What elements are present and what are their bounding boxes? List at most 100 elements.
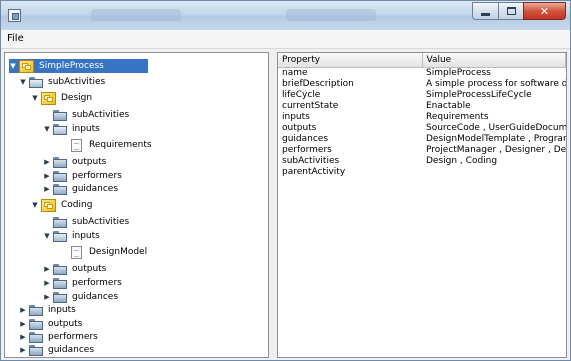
tree-node[interactable]: ▼ Coding [31, 198, 94, 212]
title-blur [91, 9, 181, 21]
tree-node[interactable]: ▶ performers [43, 276, 124, 290]
tree-node[interactable]: Requirements [67, 138, 154, 152]
column-header-value[interactable]: Value [422, 53, 566, 68]
value-cell: Requirements [426, 111, 489, 122]
collapse-arrow-icon[interactable]: ▶ [43, 185, 51, 193]
value-cell: A simple process for software de... [426, 78, 566, 89]
property-cell: inputs [282, 111, 310, 122]
table-row[interactable]: subActivities Design , Coding [278, 156, 566, 167]
tree-node[interactable]: ▶ guidances [43, 182, 120, 196]
table-row[interactable]: outputs SourceCode , UserGuideDocum... [278, 123, 566, 134]
document-icon [71, 245, 82, 259]
tree-node-label: outputs [48, 319, 83, 329]
value-cell [422, 167, 566, 178]
value-cell: DesignModelTemplate , Program... [426, 133, 566, 144]
value-cell: SimpleProcessLifeCycle [426, 89, 532, 100]
split-divider[interactable] [269, 52, 277, 358]
expand-arrow-icon[interactable]: ▼ [9, 59, 17, 73]
value-cell: Design , Coding [426, 155, 498, 166]
tree-node-root[interactable]: ▼ SimpleProcess [9, 59, 148, 73]
table-row[interactable]: briefDescription A simple process for sof… [278, 79, 566, 90]
tree-node[interactable]: ▼ inputs [43, 229, 102, 243]
tree-node[interactable]: ▼ Design [31, 91, 94, 105]
tree-node[interactable]: ▶ guidances [19, 343, 96, 357]
menu-file[interactable]: File [7, 33, 24, 44]
collapse-arrow-icon[interactable]: ▶ [43, 279, 51, 287]
tree-node-label: performers [72, 171, 122, 181]
split-pane: ▼ SimpleProcess ▼ subActivities ▼ Design… [4, 52, 567, 358]
tree-node-label: subActivities [72, 217, 130, 227]
property-cell: currentState [282, 100, 339, 111]
tree-node[interactable]: ▶ outputs [19, 317, 84, 331]
property-grid: Property Value name SimpleProcess briefDe… [278, 53, 566, 178]
tree-node[interactable]: ▶ inputs [19, 303, 78, 317]
folder-icon [53, 230, 67, 242]
property-cell: lifeCycle [282, 89, 321, 100]
collapse-arrow-icon[interactable]: ▶ [43, 293, 51, 301]
table-row[interactable]: currentState Enactable [278, 101, 566, 112]
folder-icon [53, 183, 67, 195]
tree-node[interactable]: DesignModel [67, 245, 149, 259]
property-cell: briefDescription [282, 78, 354, 89]
column-header-property[interactable]: Property [278, 53, 423, 68]
table-row[interactable]: performers ProjectManager , Designer , De… [278, 145, 566, 156]
collapse-arrow-icon[interactable]: ▶ [43, 158, 51, 166]
table-row[interactable]: lifeCycle SimpleProcessLifeCycle [278, 90, 566, 101]
tree-node[interactable]: ▶ performers [43, 169, 124, 183]
expand-arrow-icon[interactable]: ▼ [43, 125, 51, 133]
collapse-arrow-icon[interactable]: ▶ [19, 320, 27, 328]
expand-arrow-icon[interactable]: ▼ [31, 94, 39, 102]
document-icon [71, 138, 82, 152]
collapse-arrow-icon[interactable]: ▶ [19, 306, 27, 314]
expand-arrow-icon[interactable]: ▼ [19, 78, 27, 86]
value-cell: SimpleProcess [426, 67, 491, 78]
value-cell: Enactable [426, 100, 471, 111]
tree-node[interactable]: ▼ subActivities [19, 75, 107, 89]
tree-node[interactable]: ▶ outputs [43, 262, 108, 276]
title-bar[interactable]: ✕ [1, 1, 570, 30]
tree-node[interactable]: ▼ inputs [43, 122, 102, 136]
process-icon [41, 198, 56, 212]
expand-arrow-icon[interactable]: ▼ [43, 232, 51, 240]
folder-icon [29, 344, 43, 356]
property-cell: name [282, 67, 308, 78]
tree-node[interactable]: ▶ performers [19, 330, 100, 344]
minimize-icon [481, 12, 490, 16]
folder-icon [53, 123, 67, 135]
process-tree[interactable]: ▼ SimpleProcess ▼ subActivities ▼ Design… [4, 52, 269, 358]
folder-icon [29, 318, 43, 330]
tree-node-selection[interactable]: SimpleProcess [17, 59, 148, 73]
property-table[interactable]: Property Value name SimpleProcess briefDe… [277, 52, 567, 358]
tree-node-label: inputs [48, 305, 76, 315]
table-row[interactable]: guidances DesignModelTemplate , Program..… [278, 134, 566, 145]
value-cell: SourceCode , UserGuideDocum... [426, 122, 566, 133]
tree-node[interactable]: ▶ outputs [43, 155, 108, 169]
tree-node-label: outputs [72, 157, 107, 167]
collapse-arrow-icon[interactable]: ▶ [43, 265, 51, 273]
tree-node-label: inputs [72, 124, 100, 134]
table-row[interactable]: parentActivity [278, 167, 566, 178]
tree-node[interactable]: ▶ guidances [43, 290, 120, 304]
tree-node-label: outputs [72, 264, 107, 274]
process-icon [19, 59, 34, 73]
collapse-arrow-icon[interactable]: ▶ [43, 172, 51, 180]
tree-node-label: guidances [48, 345, 95, 355]
title-blur [286, 9, 376, 21]
collapse-arrow-icon[interactable]: ▶ [19, 346, 27, 354]
java-app-icon[interactable] [8, 9, 21, 22]
tree-node[interactable]: subActivities [51, 108, 131, 122]
table-row[interactable]: name SimpleProcess [278, 67, 566, 79]
table-row[interactable]: inputs Requirements [278, 112, 566, 123]
expand-arrow-icon[interactable]: ▼ [31, 201, 39, 209]
tree-node[interactable]: subActivities [51, 215, 131, 229]
collapse-arrow-icon[interactable]: ▶ [19, 333, 27, 341]
folder-icon [29, 76, 43, 88]
app-window: ✕ File ▼ SimpleProcess ▼ subActivities ▼ [0, 0, 571, 361]
maximize-button[interactable] [498, 2, 523, 20]
close-button[interactable]: ✕ [523, 2, 566, 20]
tree-node-label: subActivities [72, 110, 130, 120]
tree-node-label: inputs [72, 231, 100, 241]
property-cell: parentActivity [282, 166, 346, 177]
minimize-button[interactable] [472, 2, 498, 20]
tree-node-label: guidances [72, 292, 119, 302]
